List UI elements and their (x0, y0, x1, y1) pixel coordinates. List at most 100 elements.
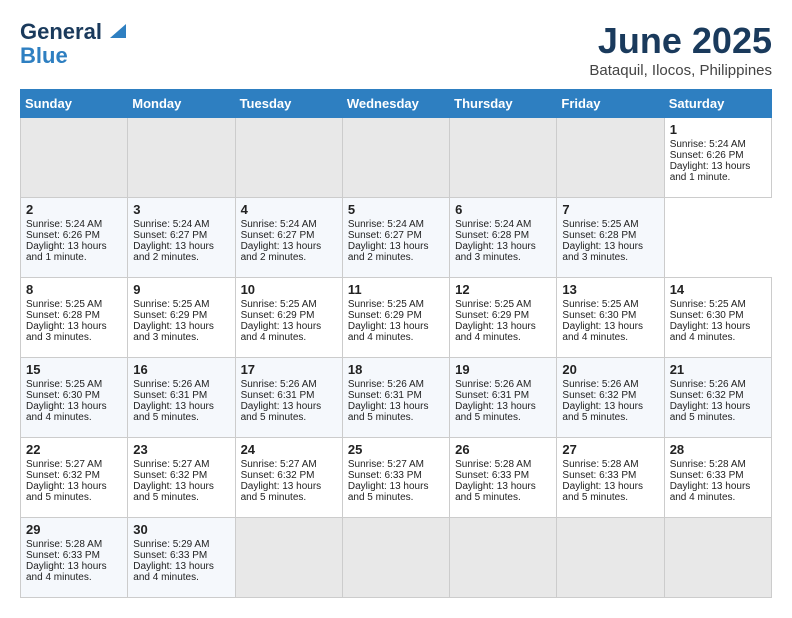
title-block: June 2025 Bataquil, Ilocos, Philippines (589, 20, 772, 79)
sunrise-label: Sunrise: 5:28 AM (455, 459, 531, 470)
calendar-table: SundayMondayTuesdayWednesdayThursdayFrid… (20, 89, 772, 598)
day-cell-4: 4 Sunrise: 5:24 AM Sunset: 6:27 PM Dayli… (235, 198, 342, 278)
day-cell-19: 19 Sunrise: 5:26 AM Sunset: 6:31 PM Dayl… (450, 358, 557, 438)
sunrise-label: Sunrise: 5:25 AM (26, 299, 102, 310)
day-number: 15 (26, 362, 122, 377)
day-cell-25: 25 Sunrise: 5:27 AM Sunset: 6:33 PM Dayl… (342, 438, 449, 518)
logo-icon (104, 20, 126, 42)
empty-cell (342, 518, 449, 598)
day-cell-5: 5 Sunrise: 5:24 AM Sunset: 6:27 PM Dayli… (342, 198, 449, 278)
day-cell-21: 21 Sunrise: 5:26 AM Sunset: 6:32 PM Dayl… (664, 358, 771, 438)
day-cell-20: 20 Sunrise: 5:26 AM Sunset: 6:32 PM Dayl… (557, 358, 664, 438)
sunrise-label: Sunrise: 5:26 AM (455, 379, 531, 390)
day-number: 21 (670, 362, 766, 377)
day-number: 14 (670, 282, 766, 297)
daylight-label: Daylight: 13 hours and 4 minutes. (670, 481, 751, 503)
sunrise-label: Sunrise: 5:25 AM (26, 379, 102, 390)
day-cell-10: 10 Sunrise: 5:25 AM Sunset: 6:29 PM Dayl… (235, 278, 342, 358)
day-cell-7: 7 Sunrise: 5:25 AM Sunset: 6:28 PM Dayli… (557, 198, 664, 278)
sunset-label: Sunset: 6:32 PM (241, 470, 315, 481)
sunrise-label: Sunrise: 5:28 AM (562, 459, 638, 470)
sunrise-label: Sunrise: 5:24 AM (133, 219, 209, 230)
sunrise-label: Sunrise: 5:24 AM (26, 219, 102, 230)
logo: General Blue (20, 20, 126, 68)
day-number: 9 (133, 282, 229, 297)
sunset-label: Sunset: 6:33 PM (455, 470, 529, 481)
daylight-label: Daylight: 13 hours and 5 minutes. (562, 401, 643, 423)
daylight-label: Daylight: 13 hours and 5 minutes. (348, 401, 429, 423)
daylight-label: Daylight: 13 hours and 5 minutes. (26, 481, 107, 503)
day-number: 6 (455, 202, 551, 217)
sunrise-label: Sunrise: 5:27 AM (26, 459, 102, 470)
day-number: 29 (26, 522, 122, 537)
day-number: 10 (241, 282, 337, 297)
day-number: 28 (670, 442, 766, 457)
sunrise-label: Sunrise: 5:29 AM (133, 539, 209, 550)
day-number: 17 (241, 362, 337, 377)
empty-cell (664, 518, 771, 598)
empty-cell (342, 118, 449, 198)
sunset-label: Sunset: 6:28 PM (26, 310, 100, 321)
location: Bataquil, Ilocos, Philippines (589, 62, 772, 79)
day-number: 12 (455, 282, 551, 297)
sunset-label: Sunset: 6:29 PM (455, 310, 529, 321)
daylight-label: Daylight: 13 hours and 5 minutes. (348, 481, 429, 503)
day-number: 24 (241, 442, 337, 457)
empty-cell (450, 118, 557, 198)
sunrise-label: Sunrise: 5:25 AM (670, 299, 746, 310)
sunrise-label: Sunrise: 5:26 AM (670, 379, 746, 390)
daylight-label: Daylight: 13 hours and 5 minutes. (670, 401, 751, 423)
sunset-label: Sunset: 6:29 PM (348, 310, 422, 321)
sunset-label: Sunset: 6:33 PM (348, 470, 422, 481)
week-row-5: 22 Sunrise: 5:27 AM Sunset: 6:32 PM Dayl… (21, 438, 772, 518)
empty-cell (235, 118, 342, 198)
daylight-label: Daylight: 13 hours and 3 minutes. (562, 241, 643, 263)
daylight-label: Daylight: 13 hours and 5 minutes. (562, 481, 643, 503)
sunrise-label: Sunrise: 5:26 AM (133, 379, 209, 390)
daylight-label: Daylight: 13 hours and 5 minutes. (133, 481, 214, 503)
page-header: General Blue June 2025 Bataquil, Ilocos,… (20, 20, 772, 79)
col-header-sunday: Sunday (21, 90, 128, 118)
sunrise-label: Sunrise: 5:26 AM (348, 379, 424, 390)
empty-cell (21, 118, 128, 198)
sunset-label: Sunset: 6:30 PM (26, 390, 100, 401)
sunset-label: Sunset: 6:26 PM (670, 150, 744, 161)
sunrise-label: Sunrise: 5:25 AM (455, 299, 531, 310)
sunset-label: Sunset: 6:27 PM (241, 230, 315, 241)
sunrise-label: Sunrise: 5:25 AM (241, 299, 317, 310)
daylight-label: Daylight: 13 hours and 4 minutes. (133, 561, 214, 583)
day-cell-26: 26 Sunrise: 5:28 AM Sunset: 6:33 PM Dayl… (450, 438, 557, 518)
sunset-label: Sunset: 6:31 PM (455, 390, 529, 401)
day-cell-8: 8 Sunrise: 5:25 AM Sunset: 6:28 PM Dayli… (21, 278, 128, 358)
empty-cell (557, 518, 664, 598)
day-number: 20 (562, 362, 658, 377)
day-cell-11: 11 Sunrise: 5:25 AM Sunset: 6:29 PM Dayl… (342, 278, 449, 358)
daylight-label: Daylight: 13 hours and 4 minutes. (348, 321, 429, 343)
day-number: 23 (133, 442, 229, 457)
daylight-label: Daylight: 13 hours and 3 minutes. (133, 321, 214, 343)
col-header-friday: Friday (557, 90, 664, 118)
col-header-wednesday: Wednesday (342, 90, 449, 118)
daylight-label: Daylight: 13 hours and 2 minutes. (133, 241, 214, 263)
empty-cell (235, 518, 342, 598)
day-number: 18 (348, 362, 444, 377)
sunrise-label: Sunrise: 5:25 AM (133, 299, 209, 310)
sunrise-label: Sunrise: 5:27 AM (348, 459, 424, 470)
day-number: 13 (562, 282, 658, 297)
sunrise-label: Sunrise: 5:28 AM (670, 459, 746, 470)
day-number: 16 (133, 362, 229, 377)
day-number: 1 (670, 122, 766, 137)
week-row-1: 1 Sunrise: 5:24 AM Sunset: 6:26 PM Dayli… (21, 118, 772, 198)
day-cell-9: 9 Sunrise: 5:25 AM Sunset: 6:29 PM Dayli… (128, 278, 235, 358)
sunrise-label: Sunrise: 5:25 AM (562, 219, 638, 230)
sunset-label: Sunset: 6:28 PM (455, 230, 529, 241)
sunset-label: Sunset: 6:26 PM (26, 230, 100, 241)
daylight-label: Daylight: 13 hours and 1 minute. (670, 161, 751, 183)
empty-cell (557, 118, 664, 198)
day-number: 5 (348, 202, 444, 217)
sunrise-label: Sunrise: 5:24 AM (348, 219, 424, 230)
daylight-label: Daylight: 13 hours and 4 minutes. (455, 321, 536, 343)
day-number: 30 (133, 522, 229, 537)
sunset-label: Sunset: 6:29 PM (241, 310, 315, 321)
sunset-label: Sunset: 6:31 PM (241, 390, 315, 401)
